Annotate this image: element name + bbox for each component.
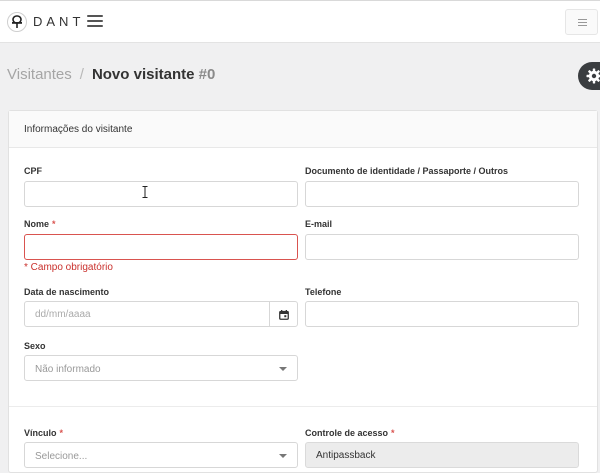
link-label: Vínculo * bbox=[24, 428, 63, 438]
card-header: Informações do visitante bbox=[9, 111, 597, 148]
name-input[interactable] bbox=[24, 234, 298, 260]
required-mark: * bbox=[52, 219, 56, 229]
link-label-text: Vínculo bbox=[24, 428, 57, 438]
gear-icon bbox=[586, 68, 600, 84]
required-mark: * bbox=[59, 428, 64, 438]
breadcrumb-separator: / bbox=[79, 66, 84, 83]
mobile-menu-button[interactable] bbox=[565, 9, 598, 35]
sex-label: Sexo bbox=[24, 341, 46, 351]
birthdate-input[interactable] bbox=[24, 301, 270, 327]
text-cursor-icon bbox=[142, 186, 148, 198]
required-mark: * bbox=[391, 428, 395, 438]
name-label: Nome * bbox=[24, 219, 56, 229]
sex-selected-value: Não informado bbox=[35, 364, 101, 375]
access-control-value: Antipassback bbox=[316, 450, 376, 461]
breadcrumb: Visitantes / Novo visitante #0 bbox=[7, 66, 215, 83]
sex-select[interactable]: Não informado bbox=[24, 355, 298, 381]
cpf-label: CPF bbox=[24, 166, 42, 176]
logo-text: DANT bbox=[33, 14, 85, 29]
email-label: E-mail bbox=[305, 219, 333, 229]
record-id: #0 bbox=[198, 66, 216, 83]
name-label-text: Nome bbox=[24, 219, 50, 229]
cpf-input[interactable] bbox=[24, 181, 298, 207]
document-label: Documento de identidade / Passaporte / O… bbox=[305, 166, 509, 176]
link-select[interactable]: Selecione... bbox=[24, 442, 298, 468]
top-bar: DANT bbox=[0, 0, 600, 43]
section-divider bbox=[9, 406, 597, 407]
access-control-label: Controle de acesso * bbox=[305, 428, 395, 438]
access-control-label-text: Controle de acesso bbox=[305, 428, 389, 438]
chevron-down-icon bbox=[279, 454, 287, 458]
visitor-info-card: Informações do visitante CPF Documento d… bbox=[8, 110, 598, 473]
card-title: Informações do visitante bbox=[24, 124, 133, 135]
calendar-icon bbox=[279, 310, 289, 320]
breadcrumb-parent-link[interactable]: Visitantes bbox=[7, 66, 72, 83]
phone-input[interactable] bbox=[305, 301, 579, 327]
link-selected-value: Selecione... bbox=[35, 451, 88, 462]
chevron-down-icon bbox=[279, 367, 287, 371]
page-title: Novo visitante bbox=[91, 66, 195, 83]
logo-mark-icon bbox=[7, 12, 27, 32]
phone-label: Telefone bbox=[305, 287, 342, 297]
name-error-message: * Campo obrigatório bbox=[24, 262, 113, 273]
birthdate-label: Data de nascimento bbox=[24, 287, 110, 297]
calendar-button[interactable] bbox=[269, 301, 298, 327]
access-control-field: Antipassback bbox=[305, 442, 579, 468]
hamburger-icon[interactable] bbox=[87, 15, 103, 29]
email-input[interactable] bbox=[305, 234, 579, 260]
document-input[interactable] bbox=[305, 181, 579, 207]
settings-button[interactable] bbox=[578, 62, 600, 90]
